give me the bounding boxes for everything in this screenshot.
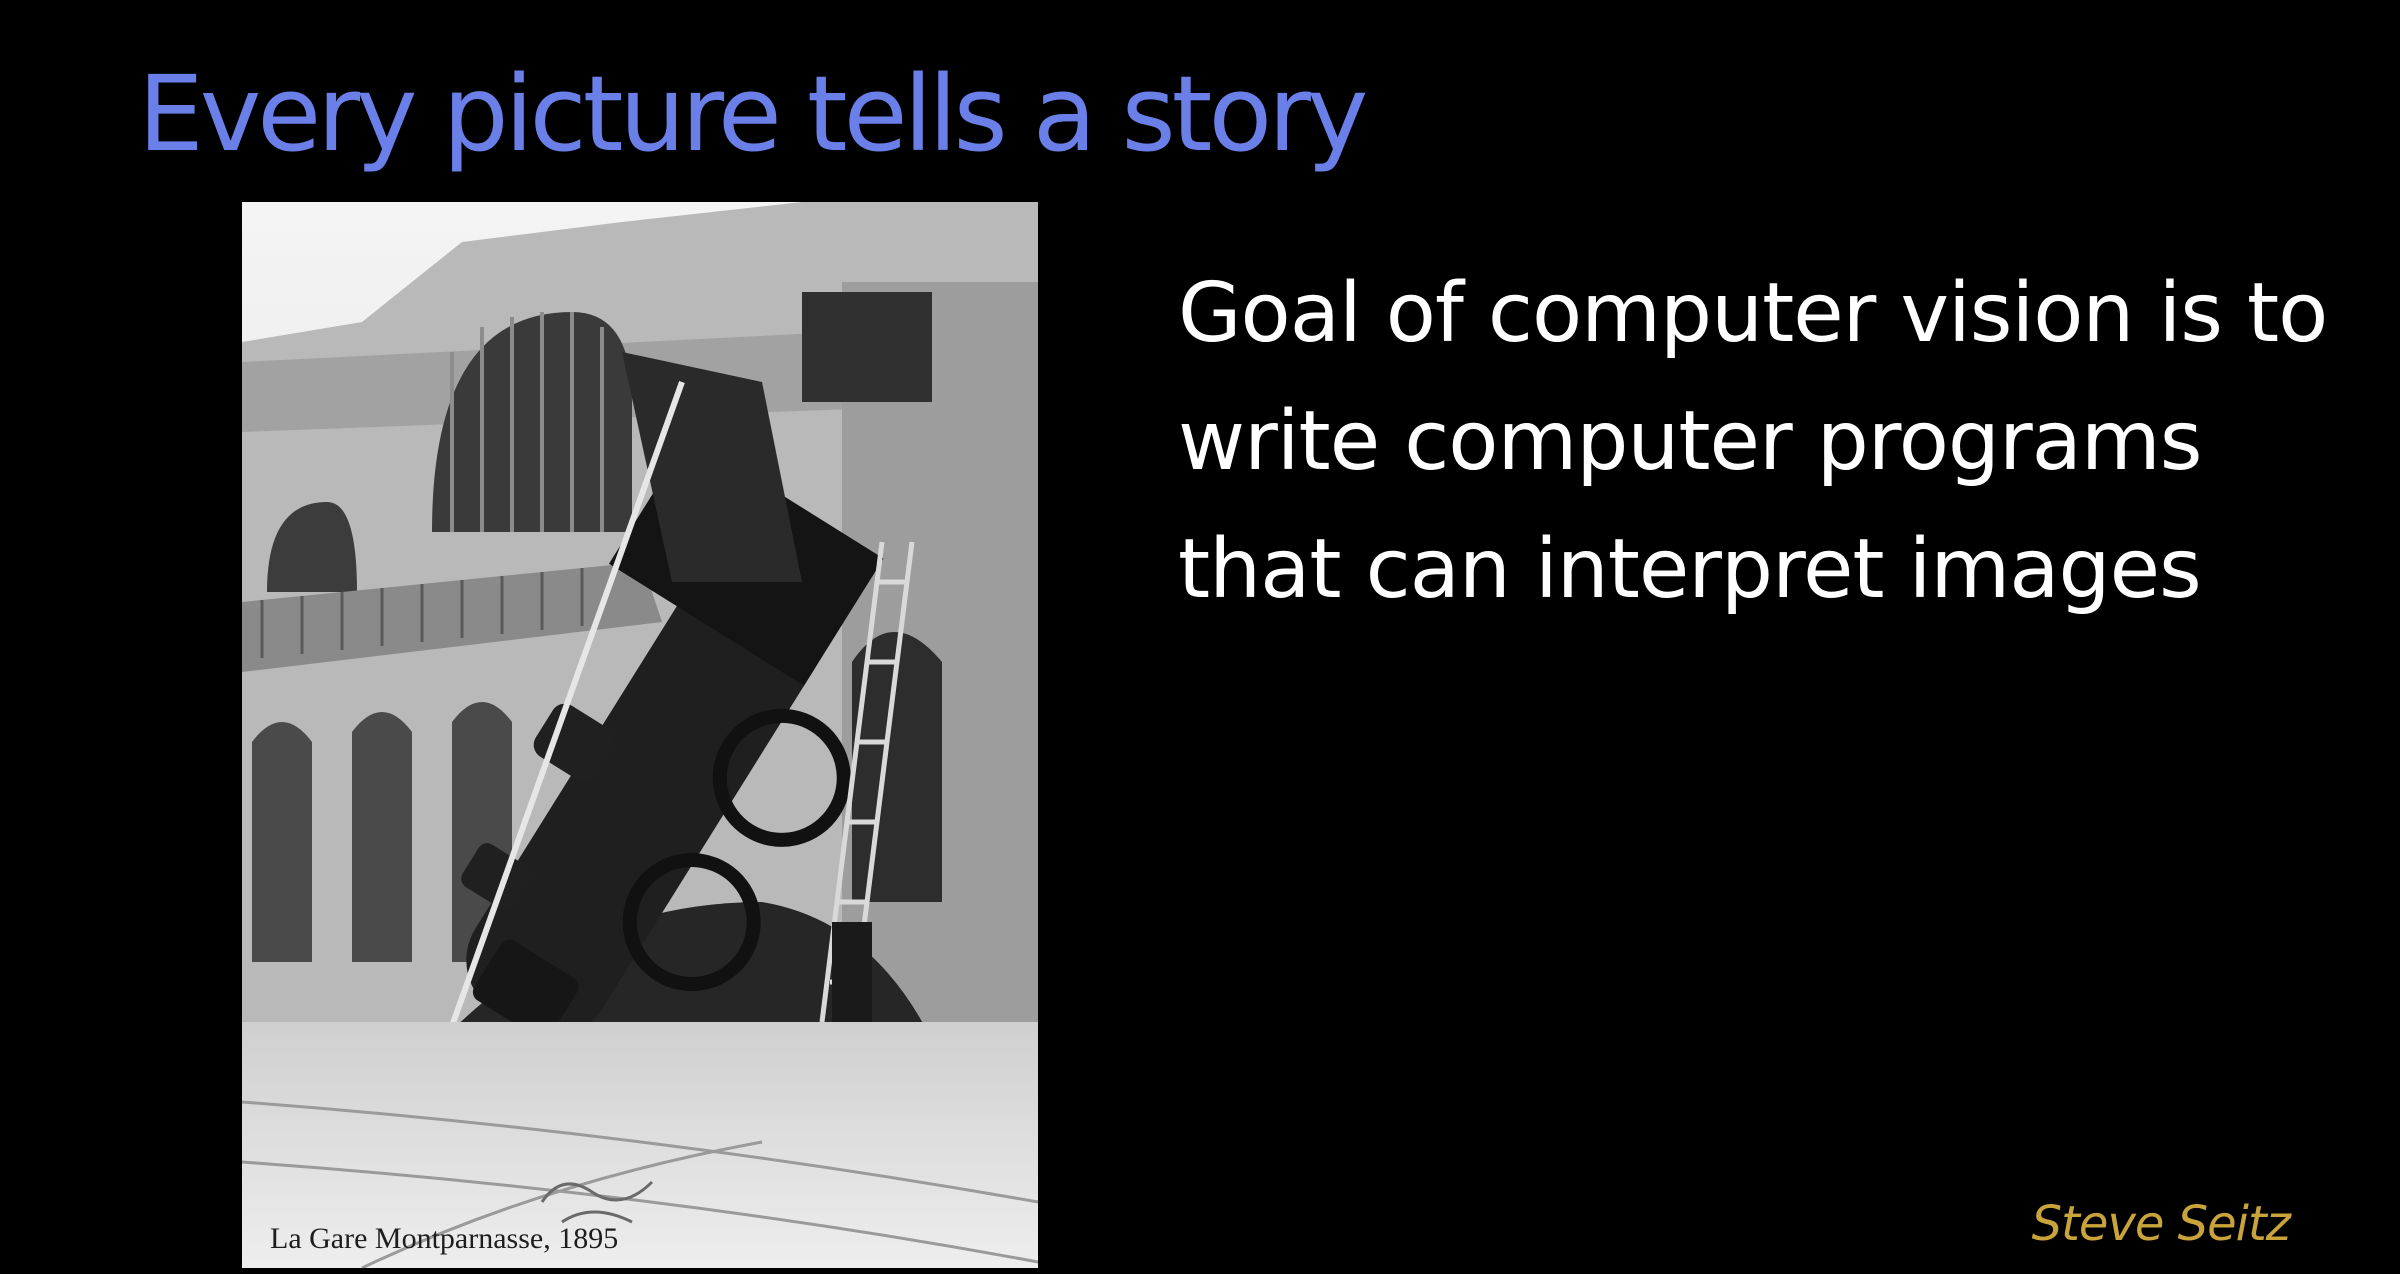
- photo-caption: La Gare Montparnasse, 1895: [270, 1222, 619, 1255]
- goal-statement: Goal of computer vision is to write comp…: [1178, 266, 2328, 617]
- slide: Every picture tells a story La Gare Mont…: [0, 0, 2400, 1274]
- author-attribution: Steve Seitz: [2031, 1196, 2291, 1252]
- train-wreck-illustration: [242, 202, 1038, 1268]
- slide-title: Every picture tells a story: [138, 53, 1368, 175]
- train-wreck-photo: La Gare Montparnasse, 1895: [242, 202, 1038, 1268]
